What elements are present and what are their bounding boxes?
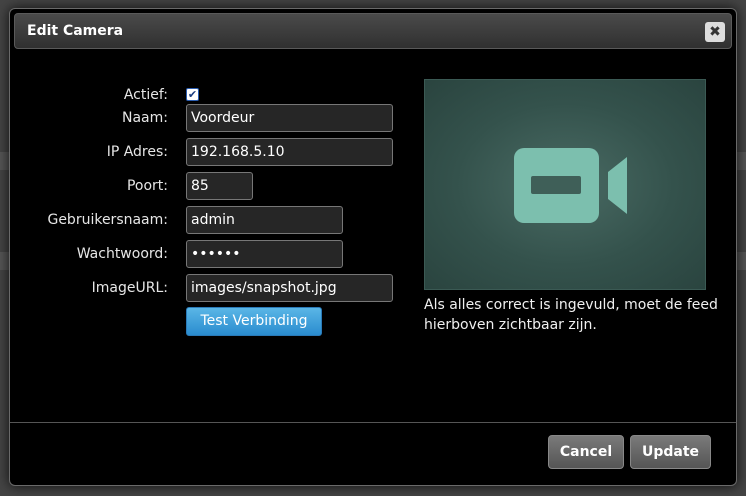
- close-button[interactable]: ✖: [705, 22, 725, 42]
- update-button[interactable]: Update: [630, 435, 711, 469]
- footer-divider: [10, 422, 736, 423]
- row-gebruikersnaam: Gebruikersnaam: admin: [10, 206, 410, 234]
- poort-input[interactable]: 85: [186, 172, 253, 200]
- camera-preview: [424, 79, 706, 290]
- dialog-titlebar: Edit Camera ✖: [14, 13, 732, 49]
- poort-label: Poort:: [126, 178, 168, 194]
- imageurl-label: ImageURL:: [91, 280, 168, 296]
- cancel-button[interactable]: Cancel: [548, 435, 624, 469]
- wachtwoord-label: Wachtwoord:: [76, 246, 168, 262]
- actief-label: Actief:: [123, 87, 168, 103]
- naam-input[interactable]: Voordeur: [186, 104, 393, 132]
- close-icon: ✖: [709, 24, 721, 40]
- video-camera-icon: [514, 148, 627, 223]
- edit-camera-dialog: Edit Camera ✖ Actief: ✔ Naam: Voordeur I…: [9, 8, 737, 486]
- preview-hint: Als alles correct is ingevuld, moet de f…: [424, 297, 718, 333]
- naam-label: Naam:: [122, 110, 168, 126]
- row-poort: Poort: 85: [10, 172, 410, 200]
- ip-label: IP Adres:: [106, 144, 168, 160]
- test-verbinding-button[interactable]: Test Verbinding: [186, 307, 322, 336]
- actief-checkbox[interactable]: ✔: [186, 88, 199, 101]
- dialog-title: Edit Camera: [27, 23, 124, 39]
- row-wachtwoord: Wachtwoord: ••••••: [10, 240, 410, 268]
- wachtwoord-input[interactable]: ••••••: [186, 240, 343, 268]
- gebruikersnaam-label: Gebruikersnaam:: [47, 212, 168, 228]
- row-imageurl: ImageURL: images/snapshot.jpg: [10, 274, 410, 302]
- gebruikersnaam-input[interactable]: admin: [186, 206, 343, 234]
- row-naam: Naam: Voordeur: [10, 104, 410, 132]
- ip-input[interactable]: 192.168.5.10: [186, 138, 393, 166]
- row-ip: IP Adres: 192.168.5.10: [10, 138, 410, 166]
- imageurl-input[interactable]: images/snapshot.jpg: [186, 274, 393, 302]
